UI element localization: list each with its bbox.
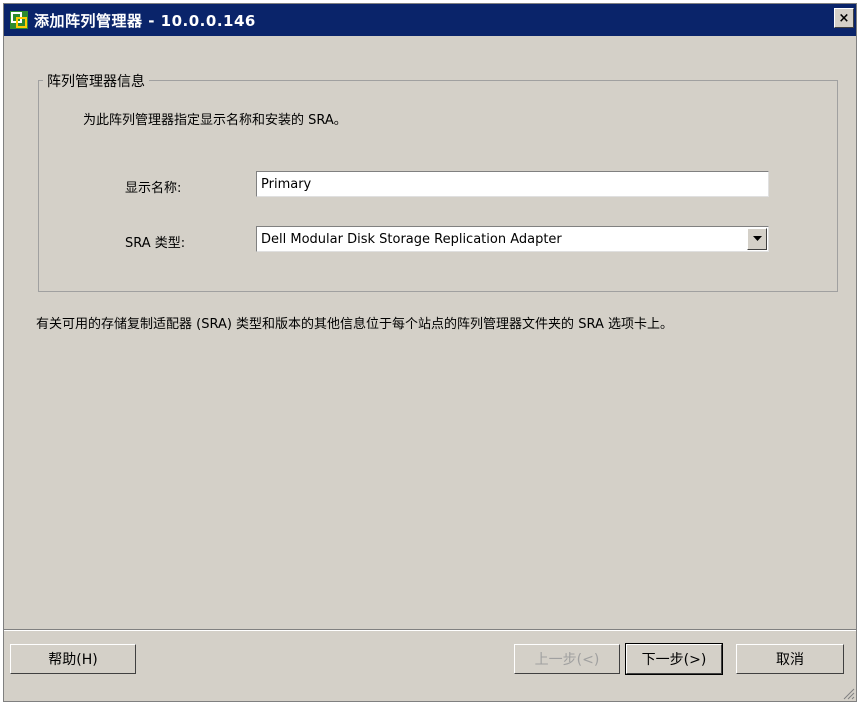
group-legend: 阵列管理器信息 bbox=[43, 71, 149, 91]
chevron-down-icon bbox=[752, 236, 762, 241]
sra-type-label: SRA 类型: bbox=[125, 236, 186, 251]
cancel-button[interactable]: 取消 bbox=[736, 644, 844, 674]
title-bar[interactable]: 添加阵列管理器 - 10.0.0.146 × bbox=[4, 4, 856, 36]
sra-type-value: Dell Modular Disk Storage Replication Ad… bbox=[261, 232, 562, 247]
close-button[interactable]: × bbox=[834, 8, 854, 28]
window-title: 添加阵列管理器 - 10.0.0.146 bbox=[34, 11, 256, 30]
next-button[interactable]: 下一步(>) bbox=[625, 643, 723, 675]
sra-info-text: 有关可用的存储复制适配器 (SRA) 类型和版本的其他信息位于每个站点的阵列管理… bbox=[36, 317, 673, 332]
help-button[interactable]: 帮助(H) bbox=[10, 644, 136, 674]
group-description: 为此阵列管理器指定显示名称和安装的 SRA。 bbox=[83, 113, 347, 128]
display-name-label: 显示名称: bbox=[125, 181, 182, 196]
add-array-manager-dialog: 添加阵列管理器 - 10.0.0.146 × 阵列管理器信息 为此阵列管理器指定… bbox=[3, 3, 857, 702]
display-name-input[interactable] bbox=[256, 171, 769, 197]
app-icon bbox=[10, 11, 28, 29]
array-manager-info-group: 阵列管理器信息 为此阵列管理器指定显示名称和安装的 SRA。 显示名称: SRA… bbox=[38, 71, 838, 292]
dropdown-button[interactable] bbox=[747, 228, 767, 250]
close-icon: × bbox=[838, 10, 850, 26]
sra-type-select[interactable]: Dell Modular Disk Storage Replication Ad… bbox=[256, 226, 769, 252]
resize-grip-icon[interactable] bbox=[841, 686, 855, 700]
back-button[interactable]: 上一步(<) bbox=[514, 644, 620, 674]
footer-divider bbox=[4, 629, 856, 631]
